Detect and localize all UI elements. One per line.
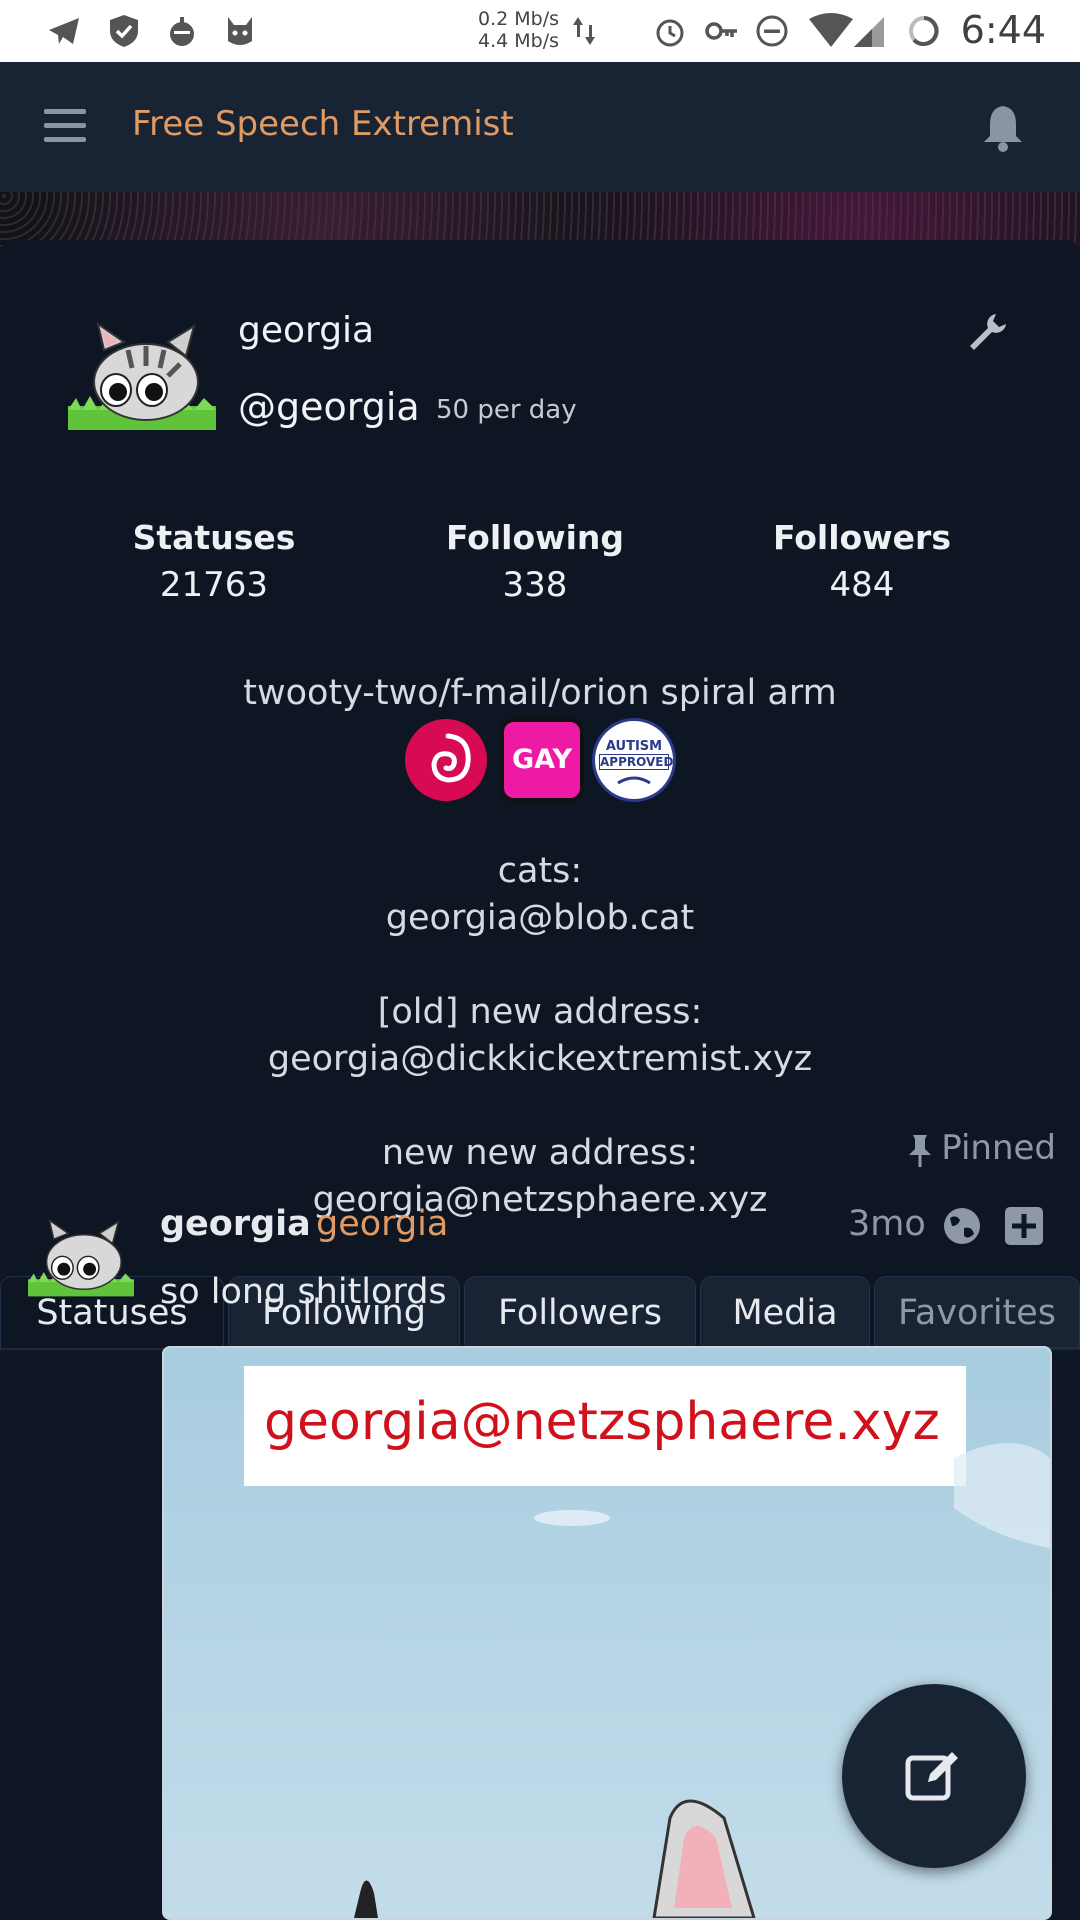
bio-cats-label: cats:	[497, 851, 583, 891]
expand-plus-icon[interactable]	[1004, 1206, 1044, 1246]
app-notification-icon	[170, 17, 194, 46]
pinned-indicator: Pinned	[907, 1128, 1056, 1168]
profile-handle: @georgia	[238, 385, 420, 429]
telegram-icon	[49, 18, 79, 44]
debian-swirl-icon	[405, 719, 487, 801]
post-author-name[interactable]: georgia	[160, 1204, 311, 1244]
post-author-avatar[interactable]	[28, 1216, 134, 1298]
alarm-icon	[656, 19, 684, 47]
bio-old-address[interactable]: georgia@dickkickextremist.xyz	[0, 1036, 1080, 1083]
signal-icon	[854, 17, 884, 47]
system-status-bar: 0.2 Mb/s 4.4 Mb/s 6:44	[0, 0, 1080, 62]
stat-value: 338	[502, 565, 568, 605]
autism-badge-line-1: AUTISM	[605, 739, 663, 754]
vpn-key-icon	[705, 22, 737, 40]
shield-check-icon	[110, 15, 138, 47]
stat-label: Followers	[773, 518, 951, 557]
stat-value: 484	[829, 565, 895, 605]
post-author-handle[interactable]: georgia	[316, 1204, 448, 1244]
autism-badge-line-2: APPROVED	[599, 754, 674, 770]
upload-speed: 0.2 Mb/s	[478, 8, 560, 30]
network-speed: 0.2 Mb/s 4.4 Mb/s	[478, 8, 559, 52]
tab-favorites[interactable]: Favorites	[874, 1276, 1080, 1348]
profile-avatar[interactable]	[68, 320, 216, 430]
compose-button[interactable]	[842, 1684, 1026, 1868]
wifi-icon	[809, 13, 853, 47]
stat-following[interactable]: Following 338	[385, 518, 685, 605]
bio-cats-address[interactable]: georgia@blob.cat	[0, 895, 1080, 942]
cat-app-icon	[228, 17, 252, 45]
gay-badge-icon: GAY	[500, 718, 584, 802]
post-content: so long shitlords	[160, 1272, 447, 1312]
do-not-disturb-icon	[756, 15, 788, 47]
data-transfer-icon	[573, 17, 595, 45]
stat-value: 21763	[159, 565, 269, 605]
pin-icon	[909, 1134, 932, 1167]
stat-followers[interactable]: Followers 484	[712, 518, 1012, 605]
post-timestamp[interactable]: 3mo	[848, 1204, 926, 1244]
battery-charging-icon	[909, 16, 939, 46]
bio-emoji-row: GAY AUTISM APPROVED	[0, 718, 1080, 808]
notifications-bell-icon[interactable]	[980, 102, 1026, 152]
instance-title[interactable]: Free Speech Extremist	[132, 104, 514, 144]
edit-compose-icon	[905, 1752, 958, 1801]
profile-display-name: georgia	[238, 310, 375, 351]
bio-old-label: [old] new address:	[377, 992, 703, 1032]
figures-icon	[617, 776, 651, 785]
bio-tagline: twooty-two/f-mail/orion spiral arm	[243, 673, 837, 713]
hamburger-menu-icon[interactable]	[44, 109, 86, 145]
post-rate: 50 per day	[436, 395, 577, 425]
tab-media[interactable]: Media	[700, 1276, 870, 1348]
stat-label: Statuses	[132, 518, 296, 557]
clock: 6:44	[960, 8, 1046, 52]
globe-visibility-icon	[944, 1208, 980, 1244]
download-speed: 4.4 Mb/s	[478, 30, 560, 52]
pinned-label: Pinned	[941, 1128, 1056, 1168]
app-header: Free Speech Extremist	[0, 62, 1080, 192]
wrench-settings-icon[interactable]	[966, 310, 1010, 354]
autism-approved-badge-icon: AUTISM APPROVED	[592, 718, 676, 802]
stat-label: Following	[445, 518, 625, 557]
tab-followers[interactable]: Followers	[464, 1276, 696, 1348]
stat-statuses[interactable]: Statuses 21763	[64, 518, 364, 605]
